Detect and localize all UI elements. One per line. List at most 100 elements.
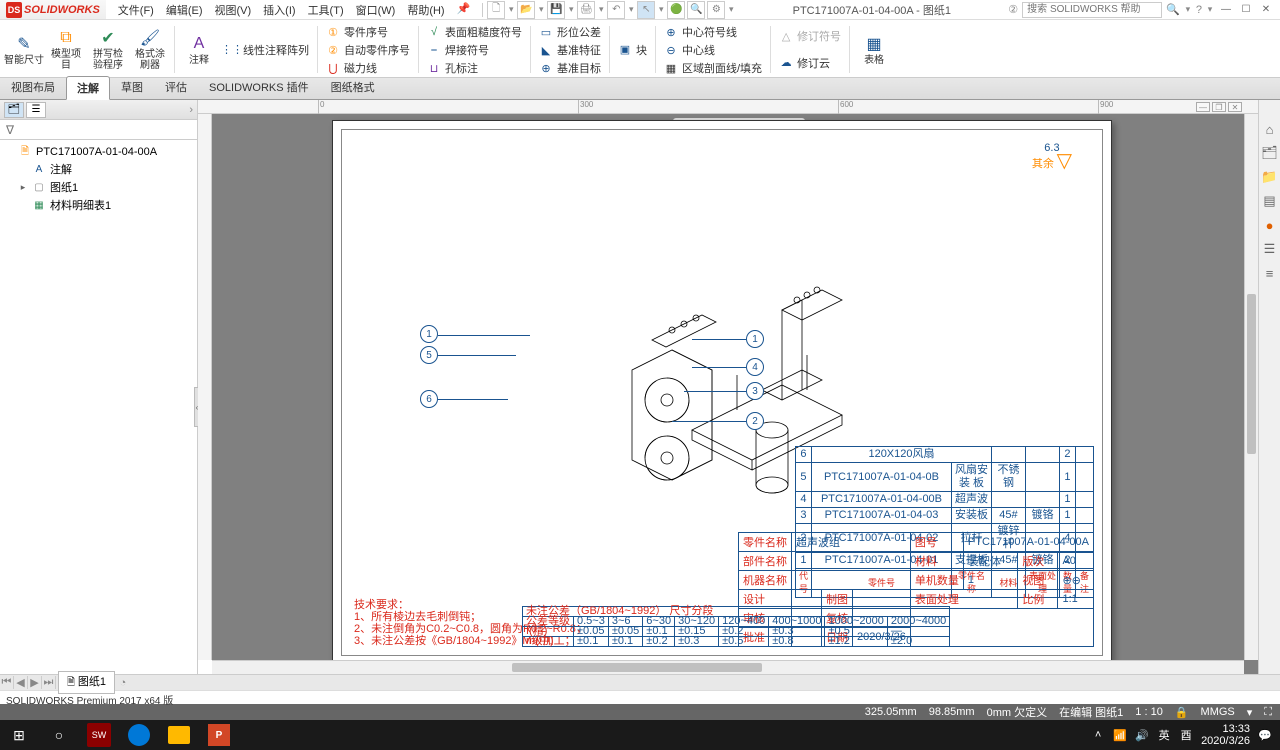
tab-addins[interactable]: SOLIDWORKS 插件 bbox=[198, 75, 320, 99]
taskbar-explorer[interactable] bbox=[160, 720, 198, 750]
balloon-2r[interactable]: 2 bbox=[746, 412, 764, 430]
taskbar-solidworks[interactable]: SW bbox=[80, 720, 118, 750]
start-button[interactable]: ⊞ bbox=[0, 720, 38, 750]
area-hatch-button[interactable]: ▦区域剖面线/填充 bbox=[660, 59, 766, 77]
status-flag-icon[interactable]: ▾ bbox=[1247, 706, 1253, 719]
qa-select-icon[interactable]: ↖ bbox=[637, 1, 655, 19]
qa-filesearch-icon[interactable]: 🔍 bbox=[687, 1, 705, 19]
tp-view-palette-icon[interactable]: ▤ bbox=[1261, 192, 1279, 210]
note-button[interactable]: A注释 bbox=[179, 22, 219, 77]
qa-new-dropdown[interactable]: ▾ bbox=[507, 4, 515, 15]
status-scale[interactable]: 1 : 10 bbox=[1135, 706, 1163, 718]
qa-open-dropdown[interactable]: ▾ bbox=[537, 4, 545, 15]
close-button[interactable]: ✕ bbox=[1258, 3, 1274, 17]
taskbar-powerpoint[interactable]: P bbox=[200, 720, 238, 750]
tray-up-icon[interactable]: ˄ bbox=[1091, 729, 1105, 741]
balloon-1l[interactable]: 1 bbox=[420, 325, 438, 343]
status-maximize-icon[interactable]: ⛶ bbox=[1264, 706, 1272, 719]
centerline-button[interactable]: ⊖中心线 bbox=[660, 41, 766, 59]
panel-tab-property-icon[interactable]: ☰ bbox=[26, 102, 46, 118]
balloon-5l[interactable]: 5 bbox=[420, 346, 438, 364]
tp-appearances-icon[interactable]: ● bbox=[1261, 216, 1279, 234]
balloon-button[interactable]: ①零件序号 bbox=[322, 23, 414, 41]
gtol-button[interactable]: ▭形位公差 bbox=[535, 23, 605, 41]
gw-close-icon[interactable]: ✕ bbox=[1228, 102, 1242, 112]
tray-ime-mode-icon[interactable]: 酉 bbox=[1179, 727, 1193, 743]
tree-annotations[interactable]: A注解 bbox=[2, 160, 195, 178]
drawing-sheet[interactable]: 6.3 其余 ▽ bbox=[332, 120, 1112, 665]
balloon-3r[interactable]: 3 bbox=[746, 382, 764, 400]
center-mark-button[interactable]: ⊕中心符号线 bbox=[660, 23, 766, 41]
menu-pin-icon[interactable]: 📌 bbox=[453, 0, 475, 20]
cortana-icon[interactable]: ○ bbox=[40, 720, 78, 750]
weld-symbol-button[interactable]: ⎯焊接符号 bbox=[423, 41, 526, 59]
tab-annotate[interactable]: 注解 bbox=[66, 76, 110, 100]
menu-window[interactable]: 窗口(W) bbox=[352, 0, 400, 20]
whatsthis-icon[interactable]: ? bbox=[1196, 4, 1202, 16]
qa-save-dropdown[interactable]: ▾ bbox=[567, 4, 575, 15]
surface-finish-button[interactable]: √表面粗糙度符号 bbox=[423, 23, 526, 41]
menu-help[interactable]: 帮助(H) bbox=[403, 0, 448, 20]
qa-options-dropdown[interactable]: ▾ bbox=[727, 4, 735, 15]
panel-tab-feature-tree-icon[interactable]: 🗂 bbox=[4, 102, 24, 118]
status-lock-icon[interactable]: 🔒 bbox=[1175, 706, 1189, 719]
minimize-button[interactable]: — bbox=[1218, 3, 1234, 17]
balloon-6l[interactable]: 6 bbox=[420, 390, 438, 408]
qa-print-dropdown[interactable]: ▾ bbox=[597, 4, 605, 15]
tp-resources-icon[interactable]: 🗂 bbox=[1261, 144, 1279, 162]
qa-undo-icon[interactable]: ↶ bbox=[607, 1, 625, 19]
qa-print-icon[interactable]: 🖨 bbox=[577, 1, 595, 19]
qa-undo-dropdown[interactable]: ▾ bbox=[627, 4, 635, 15]
rev-cloud-button[interactable]: ☁修订云 bbox=[775, 54, 845, 72]
model-items-button[interactable]: ⧉模型项 目 bbox=[46, 22, 86, 77]
tree-filter-icon[interactable]: ∇ bbox=[0, 120, 197, 140]
taskbar-edge[interactable] bbox=[120, 720, 158, 750]
menu-tools[interactable]: 工具(T) bbox=[304, 0, 348, 20]
add-sheet-button[interactable]: ◔ bbox=[115, 677, 131, 689]
status-units[interactable]: MMGS bbox=[1201, 706, 1235, 718]
scrollbar-horizontal[interactable] bbox=[212, 660, 1244, 674]
linear-pattern-button[interactable]: ⋮⋮线性注释阵列 bbox=[221, 41, 313, 59]
qa-open-icon[interactable]: 📂 bbox=[517, 1, 535, 19]
panel-expand-icon[interactable]: › bbox=[189, 104, 193, 116]
help-search-input[interactable] bbox=[1022, 2, 1162, 18]
tree-root[interactable]: 🗎PTC171007A-01-04-00A bbox=[2, 144, 195, 160]
balloon-1r[interactable]: 1 bbox=[746, 330, 764, 348]
smart-dimension-button[interactable]: ✎智能尺寸 bbox=[4, 22, 44, 77]
qa-select-dropdown[interactable]: ▾ bbox=[657, 4, 665, 15]
auto-balloon-button[interactable]: ②自动零件序号 bbox=[322, 41, 414, 59]
tray-ime[interactable]: 英 bbox=[1157, 727, 1171, 743]
tab-sheet-format[interactable]: 图纸格式 bbox=[320, 75, 386, 99]
tab-sketch[interactable]: 草图 bbox=[110, 75, 154, 99]
format-painter-button[interactable]: 🖌格式涂 刷器 bbox=[130, 22, 170, 77]
sheet-nav-last-icon[interactable]: ⏭ bbox=[42, 676, 56, 689]
tray-notifications-icon[interactable]: 💬 bbox=[1258, 729, 1272, 742]
hole-callout-button[interactable]: ⊔孔标注 bbox=[423, 59, 526, 77]
sheet-nav-prev-icon[interactable]: ◀ bbox=[14, 676, 28, 689]
datum-button[interactable]: ◣基准特征 bbox=[535, 41, 605, 59]
tp-library-icon[interactable]: 📁 bbox=[1261, 168, 1279, 186]
menu-view[interactable]: 视图(V) bbox=[211, 0, 256, 20]
gw-minimize-icon[interactable]: — bbox=[1196, 102, 1210, 112]
sheet-tab-1[interactable]: 🗎 图纸1 bbox=[58, 671, 115, 694]
tray-clock[interactable]: 13:33 2020/3/26 bbox=[1201, 723, 1250, 747]
tab-evaluate[interactable]: 评估 bbox=[154, 75, 198, 99]
menu-insert[interactable]: 插入(I) bbox=[259, 0, 299, 20]
menu-edit[interactable]: 编辑(E) bbox=[162, 0, 207, 20]
sheet-nav-next-icon[interactable]: ▶ bbox=[28, 676, 42, 689]
spell-check-button[interactable]: ✔拼写检 验程序 bbox=[88, 22, 128, 77]
gw-restore-icon[interactable]: ❐ bbox=[1212, 102, 1226, 112]
menu-file[interactable]: 文件(F) bbox=[114, 0, 158, 20]
blocks-button[interactable]: ▣块 bbox=[614, 41, 651, 59]
sheet-nav-first-icon[interactable]: ⏮ bbox=[0, 676, 14, 689]
tp-custom-props-icon[interactable]: ☰ bbox=[1261, 240, 1279, 258]
qa-rebuild-icon[interactable]: 🟢 bbox=[667, 1, 685, 19]
maximize-button[interactable]: ☐ bbox=[1238, 3, 1254, 17]
qa-new-icon[interactable]: 🗋 bbox=[487, 1, 505, 19]
datum-target-button[interactable]: ⊕基准目标 bbox=[535, 59, 605, 77]
scrollbar-vertical[interactable] bbox=[1244, 114, 1258, 660]
tray-volume-icon[interactable]: 🔊 bbox=[1135, 729, 1149, 742]
qa-save-icon[interactable]: 💾 bbox=[547, 1, 565, 19]
qa-options-icon[interactable]: ⚙ bbox=[707, 1, 725, 19]
balloon-4r[interactable]: 4 bbox=[746, 358, 764, 376]
